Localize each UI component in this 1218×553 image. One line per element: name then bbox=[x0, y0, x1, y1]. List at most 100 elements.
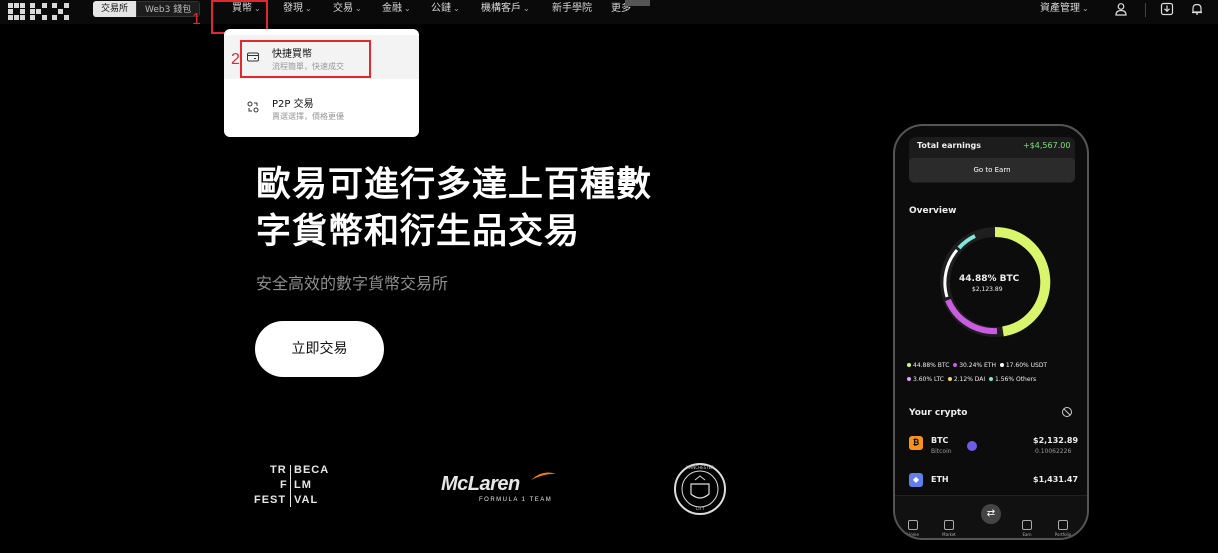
hero-subtitle: 安全高效的數字貨幣交易所 bbox=[256, 274, 449, 293]
overview-label: Overview bbox=[909, 206, 957, 216]
tab-market[interactable]: Market bbox=[939, 520, 959, 537]
refresh-icon[interactable] bbox=[1061, 406, 1073, 418]
tab-portfolio[interactable]: Portfolio bbox=[1053, 520, 1073, 537]
logo-o-mark bbox=[8, 3, 25, 20]
hero-title: 歐易可進行多達上百種數 字貨幣和衍生品交易 bbox=[256, 162, 652, 256]
legend-dot-dai bbox=[947, 377, 952, 381]
legend-row-1: 44.88% BTC 30.24% ETH 17.60% USDT bbox=[907, 362, 1047, 369]
exchange-tab[interactable]: 交易所 bbox=[93, 1, 137, 17]
tab-earn[interactable]: Earn bbox=[1017, 520, 1037, 537]
divider bbox=[1145, 3, 1146, 17]
mclaren-subtitle: FORMULA 1 TEAM bbox=[479, 497, 553, 503]
go-to-earn-button[interactable]: Go to Earn bbox=[909, 158, 1075, 182]
nav-academy[interactable]: 新手學院 bbox=[552, 2, 592, 16]
legend-btc: 44.88% BTC bbox=[913, 362, 950, 369]
legend-ltc: 3.60% LTC bbox=[913, 376, 944, 383]
eth-coin-icon: ◆ bbox=[909, 473, 923, 487]
legend-row-2: 3.60% LTC 2.12% DAI 1.56% Others bbox=[907, 376, 1036, 383]
legend-dot-others bbox=[989, 377, 994, 381]
nav-trade-label: 交易 bbox=[333, 3, 353, 14]
portfolio-icon bbox=[1058, 520, 1068, 530]
tab-market-label: Market bbox=[942, 532, 956, 537]
legend-dot-btc bbox=[907, 363, 911, 367]
tribeca-text-3: F bbox=[280, 479, 288, 491]
market-icon bbox=[944, 520, 954, 530]
trade-now-button[interactable]: 立即交易 bbox=[255, 321, 384, 377]
tab-home[interactable]: Home bbox=[903, 520, 923, 537]
user-icon[interactable] bbox=[1114, 2, 1128, 16]
tribeca-text-1: TR bbox=[270, 464, 287, 476]
p2p-title: P2P 交易 bbox=[272, 99, 314, 110]
nav-finance[interactable]: 金融 ⌄ bbox=[382, 2, 411, 16]
screen-recorder-notch bbox=[625, 0, 650, 6]
legend-dot-usdt bbox=[999, 363, 1004, 367]
nav-finance-label: 金融 bbox=[382, 3, 402, 14]
tribeca-film-festival-logo: TR BECA F LM FEST VAL bbox=[254, 463, 334, 509]
download-icon[interactable] bbox=[1160, 2, 1174, 16]
annotation-number-1: 1 bbox=[192, 11, 201, 28]
btc-badge-icon bbox=[967, 441, 977, 451]
chevron-down-icon: ⌄ bbox=[355, 4, 362, 13]
phone-tab-bar: Home Market ⇄ Earn Portfolio bbox=[895, 495, 1087, 538]
tab-home-label: Home bbox=[907, 532, 919, 537]
web3-wallet-tab[interactable]: Web3 錢包 bbox=[136, 1, 201, 17]
asset-management-label: 資產管理 bbox=[1040, 3, 1080, 14]
chevron-down-icon: ⌄ bbox=[523, 4, 530, 13]
chevron-down-icon: ⌄ bbox=[453, 4, 460, 13]
btc-coin-icon: ₿ bbox=[909, 436, 923, 450]
top-nav-bar: 交易所 Web3 錢包 買幣 ⌄ 發現 ⌄ 交易 ⌄ 金融 ⌄ 公鏈 ⌄ 機構客戶 ⌄ 新手… bbox=[0, 0, 1218, 24]
legend-others: 1.56% Others bbox=[995, 376, 1037, 383]
okx-logo[interactable] bbox=[8, 3, 74, 21]
nav-public-chain-label: 公鏈 bbox=[431, 3, 451, 14]
donut-center-value: $2,123.89 bbox=[972, 286, 1003, 293]
btc-symbol: BTC bbox=[931, 436, 949, 445]
legend-dot-ltc bbox=[907, 377, 911, 381]
p2p-subtitle: 賣選選擇，價格更優 bbox=[272, 112, 344, 121]
p2p-users-icon bbox=[247, 101, 259, 113]
home-icon bbox=[908, 520, 918, 530]
earnings-label: Total earnings bbox=[917, 141, 982, 150]
annotation-number-2: 2 bbox=[231, 51, 240, 68]
logo-k-mark bbox=[30, 3, 47, 20]
tribeca-divider bbox=[290, 465, 291, 507]
legend-dai: 2.12% DAI bbox=[953, 376, 986, 383]
nav-academy-label: 新手學院 bbox=[552, 3, 592, 14]
nav-trade[interactable]: 交易 ⌄ bbox=[333, 2, 362, 16]
donut-center-percent: 44.88% BTC bbox=[959, 274, 1020, 284]
city-text-top: MANCHESTER bbox=[686, 465, 714, 470]
city-text-bottom: CITY bbox=[695, 506, 705, 511]
nav-institutional[interactable]: 機構客戶 ⌄ bbox=[481, 2, 530, 16]
chevron-down-icon: ⌄ bbox=[1082, 4, 1089, 13]
asset-management-menu[interactable]: 資產管理 ⌄ bbox=[1040, 2, 1089, 16]
btc-price: $2,132.89 bbox=[1033, 436, 1079, 445]
logo-x-mark bbox=[52, 3, 69, 20]
nav-discover[interactable]: 發現 ⌄ bbox=[283, 2, 312, 16]
tab-portfolio-label: Portfolio bbox=[1054, 532, 1072, 537]
earnings-value: +$4,567.00 bbox=[1023, 141, 1071, 150]
mclaren-logo: McLaren FORMULA 1 TEAM bbox=[441, 472, 561, 503]
chevron-down-icon: ⌄ bbox=[305, 4, 312, 13]
bell-icon[interactable] bbox=[1190, 2, 1204, 16]
tribeca-text-5: FEST bbox=[254, 494, 287, 506]
mclaren-swoosh-icon bbox=[531, 472, 556, 480]
phone-mockup: Total earnings +$4,567.00 Go to Earn Ove… bbox=[893, 124, 1089, 540]
eth-price: $1,431.47 bbox=[1033, 475, 1079, 484]
annotation-box-2 bbox=[240, 40, 371, 78]
hero-title-line-2: 字貨幣和衍生品交易 bbox=[256, 212, 581, 252]
chevron-down-icon: ⌄ bbox=[404, 4, 411, 13]
tribeca-text-4: LM bbox=[294, 479, 312, 491]
btc-name: Bitcoin bbox=[931, 448, 952, 455]
nav-public-chain[interactable]: 公鏈 ⌄ bbox=[431, 2, 460, 16]
tribeca-text-2: BECA bbox=[294, 464, 330, 476]
manchester-city-badge: MANCHESTER CITY bbox=[673, 462, 727, 516]
btc-amount: 0.10062226 bbox=[1035, 448, 1072, 455]
legend-eth: 30.24% ETH bbox=[959, 362, 996, 369]
tab-earn-label: Earn bbox=[1022, 532, 1032, 537]
trade-swap-icon[interactable]: ⇄ bbox=[981, 504, 1001, 524]
legend-dot-eth bbox=[953, 363, 958, 367]
hero-title-line-1: 歐易可進行多達上百種數 bbox=[256, 165, 653, 205]
eth-symbol: ETH bbox=[931, 475, 949, 484]
legend-usdt: 17.60% USDT bbox=[1005, 362, 1048, 369]
platform-switch: 交易所 Web3 錢包 bbox=[93, 1, 201, 17]
dropdown-item-p2p[interactable]: P2P 交易 賣選選擇，價格更優 bbox=[224, 85, 419, 129]
